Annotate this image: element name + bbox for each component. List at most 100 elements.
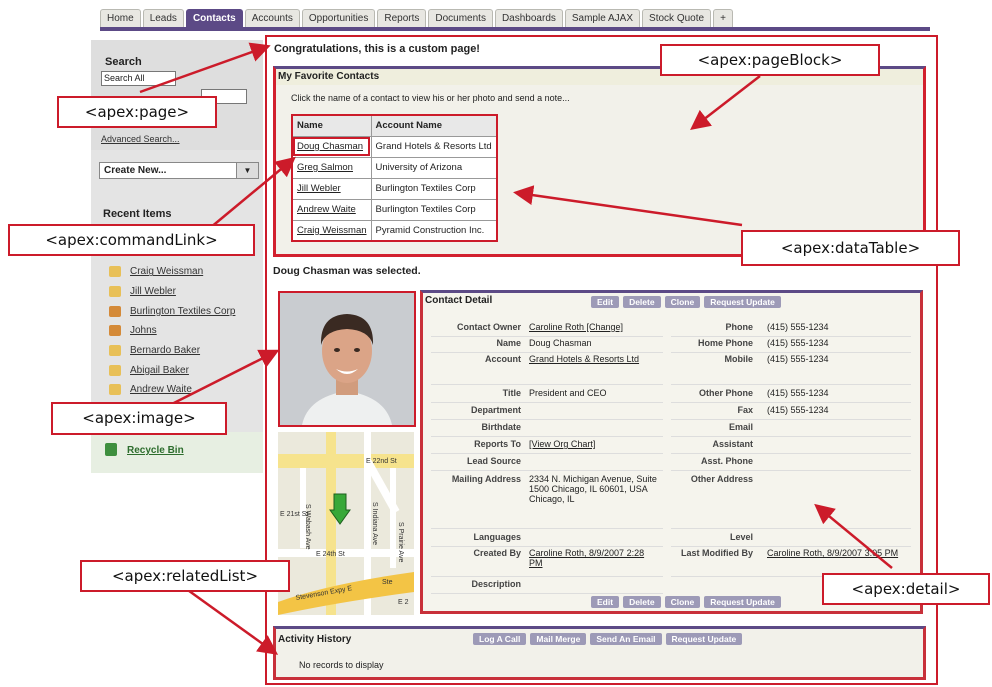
field-label: Created By	[473, 548, 521, 558]
page-title: Congratulations, this is a custom page!	[274, 43, 480, 55]
tab-sample-ajax[interactable]: Sample AJAX	[564, 9, 641, 27]
tab-dashboards[interactable]: Dashboards	[494, 9, 563, 27]
map-label: S Wabash Ave	[304, 504, 311, 550]
activity-send-an-email-button[interactable]: Send An Email	[590, 633, 662, 645]
tab-documents[interactable]: Documents	[428, 9, 493, 27]
account-name-cell: Pyramid Construction Inc.	[370, 219, 498, 242]
contacts-data-table: Name Account Name Doug Chasman Grand Hotels…	[291, 114, 498, 242]
activity-history-empty: No records to display	[299, 660, 384, 670]
contact-name-command-link[interactable]: Craig Weissman	[291, 219, 372, 242]
recent-item-label[interactable]: Craig Weissman	[130, 266, 203, 277]
recent-item[interactable]: Johns	[109, 321, 235, 341]
create-new-label: Create New...	[104, 165, 167, 176]
field-label: Name	[496, 338, 521, 348]
contact-name-command-link[interactable]: Greg Salmon	[291, 156, 372, 179]
tab-contacts[interactable]: Contacts	[185, 9, 243, 27]
contact-icon	[109, 286, 121, 298]
activity-history-related-list: Activity History Log A Call Mail Merge Sen…	[273, 626, 926, 680]
recent-item[interactable]: Craig Weissman	[109, 262, 235, 282]
tab-home[interactable]: Home	[100, 9, 141, 27]
contact-photo	[278, 291, 416, 427]
map-label: E 2	[398, 599, 409, 606]
field-value: President and CEO	[529, 388, 607, 398]
recent-items-title: Recent Items	[103, 208, 172, 220]
field-value: (415) 555-1234	[767, 405, 829, 415]
field-divider	[431, 453, 663, 454]
detail-request-update-button[interactable]: Request Update	[704, 596, 781, 608]
tab-stock-quote[interactable]: Stock Quote	[642, 9, 712, 27]
recent-item[interactable]: Andrew Waite	[109, 380, 235, 400]
chevron-down-icon[interactable]: ▼	[236, 163, 258, 178]
recent-item-label[interactable]: Bernardo Baker	[130, 345, 200, 356]
field-divider	[431, 352, 663, 353]
selection-message: Doug Chasman was selected.	[273, 265, 421, 277]
detail-clone-button[interactable]: Clone	[664, 596, 701, 608]
field-value-link[interactable]: Caroline Roth [Change]	[529, 322, 659, 332]
contact-icon	[109, 364, 121, 376]
tab-accounts[interactable]: Accounts	[244, 9, 300, 27]
activity-mail-merge-button[interactable]: Mail Merge	[530, 633, 587, 645]
tab-add-button[interactable]: +	[713, 9, 733, 27]
field-divider	[671, 336, 911, 337]
account-name-cell: University of Arizona	[370, 156, 498, 179]
tab-opportunities[interactable]: Opportunities	[301, 9, 376, 27]
create-new-select[interactable]: Create New... ▼	[99, 162, 259, 179]
field-label: Reports To	[474, 439, 521, 449]
recycle-bin-icon	[105, 443, 117, 456]
tab-leads[interactable]: Leads	[142, 9, 184, 27]
contact-name-command-link[interactable]: Andrew Waite	[291, 198, 372, 221]
field-label: Other Address	[690, 474, 753, 484]
tab-reports[interactable]: Reports	[377, 9, 427, 27]
field-divider	[671, 470, 911, 471]
recent-item[interactable]: Jill Webler	[109, 282, 235, 302]
field-divider	[431, 402, 663, 403]
activity-request-update-button[interactable]: Request Update	[665, 633, 743, 645]
search-title: Search	[105, 56, 142, 68]
detail-delete-button[interactable]: Delete	[623, 596, 661, 608]
detail-clone-button[interactable]: Clone	[664, 296, 701, 308]
field-divider	[671, 384, 911, 385]
field-value-link[interactable]: Grand Hotels & Resorts Ltd	[529, 354, 659, 364]
recent-item-label[interactable]: Johns	[130, 325, 157, 336]
field-divider	[431, 419, 663, 420]
table-row: Greg Salmon University of Arizona	[291, 156, 498, 179]
advanced-search-link[interactable]: Advanced Search...	[101, 134, 180, 144]
field-divider	[671, 546, 911, 547]
detail-request-update-button[interactable]: Request Update	[704, 296, 781, 308]
recent-item-label[interactable]: Burlington Textiles Corp	[130, 306, 235, 317]
field-value-link[interactable]: Caroline Roth, 8/9/2007 2:28 PM	[529, 548, 659, 568]
recent-item[interactable]: Bernardo Baker	[109, 341, 235, 361]
recycle-bin-link[interactable]: Recycle Bin	[127, 445, 184, 456]
account-icon	[109, 325, 121, 337]
activity-log-a-call-button[interactable]: Log A Call	[473, 633, 527, 645]
map-label: S Prairie Ave	[397, 522, 404, 562]
contact-name-command-link[interactable]: Doug Chasman	[291, 135, 372, 158]
field-value-link[interactable]: Caroline Roth, 8/9/2007 3:05 PM	[767, 548, 907, 558]
recent-item[interactable]: Abigail Baker	[109, 360, 235, 380]
field-label: Mobile	[724, 354, 754, 364]
callout-apex-pageblock: <apex:pageBlock>	[660, 44, 880, 76]
contact-detail: Contact Detail Edit Delete Clone Request Up…	[420, 290, 923, 614]
field-value-link[interactable]: [View Org Chart]	[529, 439, 659, 449]
field-label: Birthdate	[481, 422, 521, 432]
detail-delete-button[interactable]: Delete	[623, 296, 661, 308]
table-row: Jill Webler Burlington Textiles Corp	[291, 177, 498, 200]
detail-edit-button[interactable]: Edit	[591, 596, 620, 608]
field-divider	[671, 528, 911, 529]
column-header: Account Name	[370, 114, 498, 137]
map-label: Ste	[382, 579, 393, 586]
recent-item-label[interactable]: Abigail Baker	[130, 365, 189, 376]
field-label: Asst. Phone	[700, 456, 753, 466]
field-divider	[431, 576, 663, 577]
contact-name-command-link[interactable]: Jill Webler	[291, 177, 372, 200]
field-label: Lead Source	[466, 456, 521, 466]
recent-item-label[interactable]: Jill Webler	[130, 286, 176, 297]
recent-item[interactable]: Burlington Textiles Corp	[109, 301, 235, 321]
field-divider	[671, 352, 911, 353]
recycle-bin-section[interactable]: Recycle Bin	[91, 432, 263, 473]
tab-bar: Home Leads Contacts Accounts Opportunities Re…	[100, 9, 930, 31]
recent-item-label[interactable]: Andrew Waite	[130, 384, 192, 395]
field-divider	[431, 336, 663, 337]
search-scope-select[interactable]: Search All	[101, 71, 176, 86]
detail-edit-button[interactable]: Edit	[591, 296, 620, 308]
